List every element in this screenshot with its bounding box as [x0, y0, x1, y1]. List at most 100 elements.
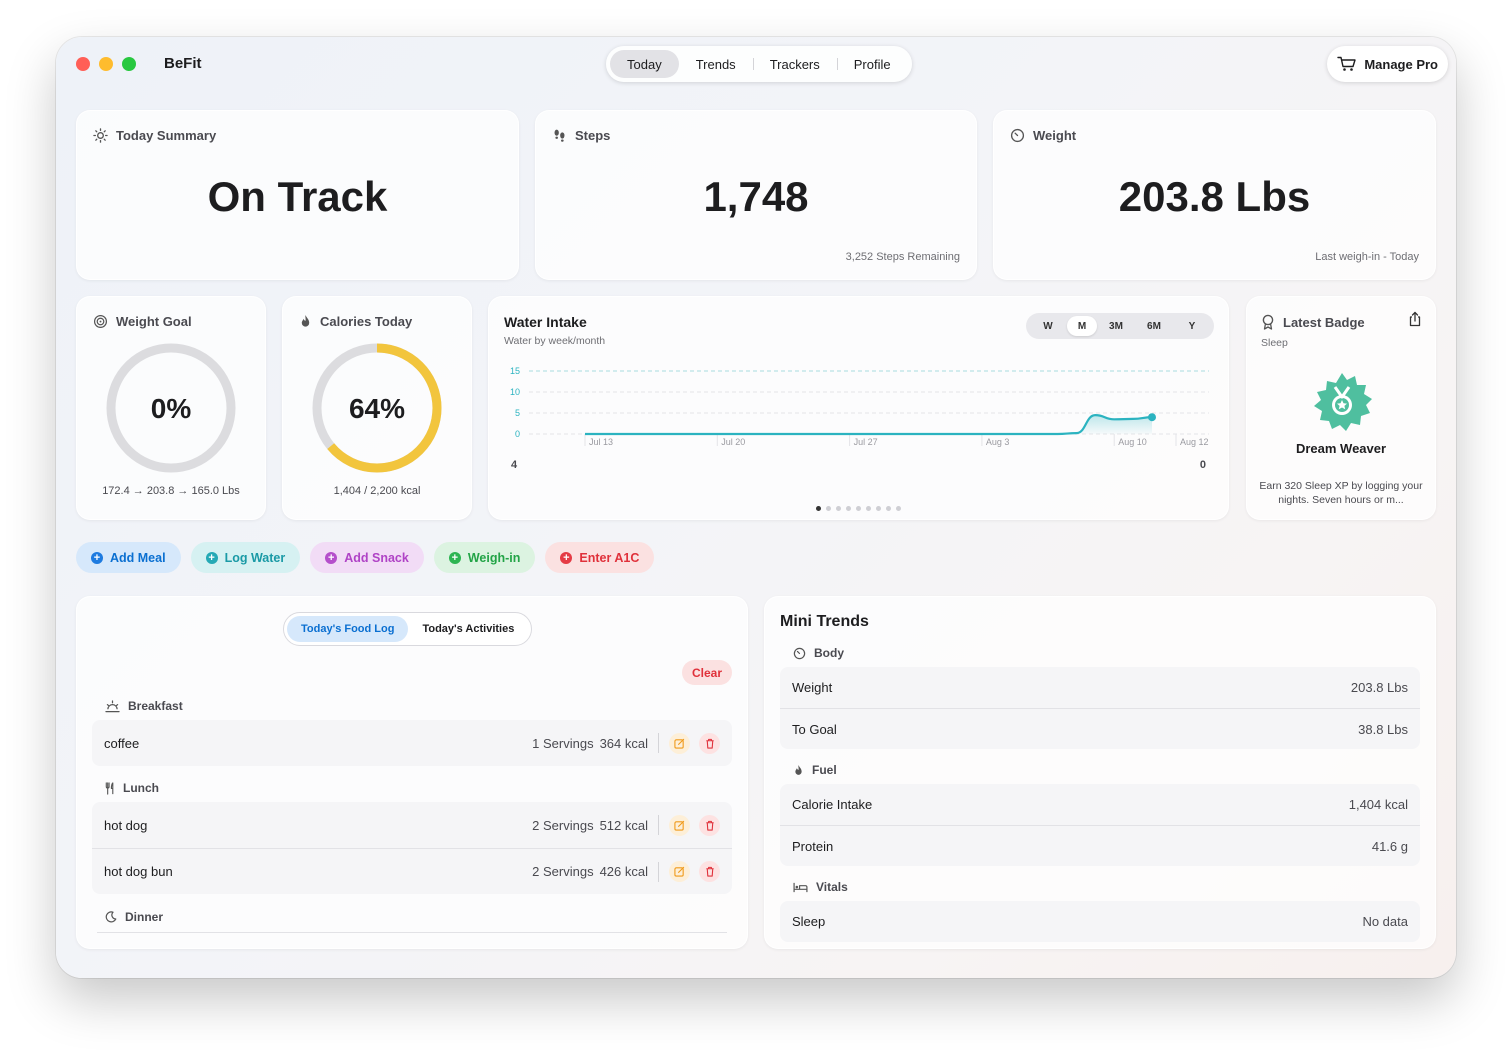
- calories-label: Calories Today: [320, 314, 413, 329]
- food-servings: 1 Servings: [532, 735, 594, 751]
- range-m[interactable]: M: [1067, 316, 1097, 336]
- weight-goal-percent: 0%: [150, 393, 192, 424]
- food-item-row[interactable]: coffee 1 Servings 364 kcal: [92, 720, 732, 766]
- fuel-section-header: Fuel: [793, 763, 837, 777]
- add-snack-button[interactable]: + Add Snack: [310, 542, 424, 573]
- tab-today[interactable]: Today: [610, 50, 679, 78]
- range-6m[interactable]: 6M: [1135, 316, 1173, 336]
- page-dot[interactable]: [866, 506, 871, 511]
- trash-icon: [705, 866, 714, 877]
- trend-row-weight: Weight 203.8 Lbs: [792, 680, 1408, 695]
- badge-category: Sleep: [1261, 337, 1288, 349]
- page-dot[interactable]: [896, 506, 901, 511]
- badge-description: Earn 320 Sleep XP by logging your nights…: [1259, 480, 1423, 506]
- footprints-icon: [554, 129, 565, 142]
- food-item-row[interactable]: hot dog 2 Servings 512 kcal: [92, 802, 732, 848]
- delete-food-button[interactable]: [699, 814, 720, 836]
- food-servings: 2 Servings: [532, 864, 594, 879]
- close-window-button[interactable]: [76, 57, 90, 71]
- sunrise-icon: [105, 699, 120, 712]
- food-kcal: 512 kcal: [599, 817, 648, 833]
- mini-trends-card: Mini Trends Body Weight 203.8 Lbs To Goal…: [764, 596, 1436, 949]
- water-last-point: [1148, 413, 1156, 422]
- weigh-in-button[interactable]: + Weigh-in: [433, 542, 536, 573]
- breakfast-items: coffee 1 Servings 364 kcal: [92, 720, 732, 766]
- steps-card[interactable]: Steps 1,748 3,252 Steps Remaining: [535, 110, 977, 280]
- page-dot[interactable]: [886, 506, 891, 511]
- tab-activities[interactable]: Today's Activities: [408, 616, 528, 642]
- badge-icon: [1262, 314, 1274, 330]
- latest-badge-label: Latest Badge: [1283, 314, 1365, 330]
- weight-label: Weight: [1033, 128, 1077, 143]
- range-3m[interactable]: 3M: [1097, 316, 1135, 336]
- food-item-row[interactable]: hot dog bun 2 Servings 426 kcal: [92, 848, 732, 894]
- edit-icon: [674, 866, 685, 877]
- main-tabs: Today Trends Trackers Profile: [606, 46, 912, 82]
- water-chart: 0 5 10 15 Jul 13 Jul 20 Jul 27 Aug 3 Aug 10 Aug 1…: [510, 366, 1209, 447]
- badge-name: Dream Weaver: [1295, 441, 1387, 456]
- water-page-indicator[interactable]: [489, 506, 1228, 511]
- tab-profile[interactable]: Profile: [836, 50, 908, 78]
- tab-trends[interactable]: Trends: [679, 50, 753, 78]
- page-dot[interactable]: [816, 506, 821, 511]
- edit-food-button[interactable]: [669, 732, 690, 754]
- delete-food-button[interactable]: [699, 861, 720, 882]
- zoom-window-button[interactable]: [122, 57, 136, 71]
- range-y[interactable]: Y: [1173, 316, 1211, 336]
- page-dot[interactable]: [846, 506, 851, 511]
- enter-a1c-button[interactable]: + Enter A1C: [545, 542, 655, 573]
- weight-goal-card[interactable]: Weight Goal 0% 172.4 → 203.8 → 165.0 Lbs: [76, 296, 266, 520]
- steps-label: Steps: [575, 128, 611, 143]
- last-weigh-in: Last weigh-in - Today: [1315, 251, 1419, 263]
- page-dot[interactable]: [856, 506, 861, 511]
- delete-food-button[interactable]: [699, 732, 720, 754]
- edit-food-button[interactable]: [669, 814, 690, 836]
- page-dot[interactable]: [836, 506, 841, 511]
- breakfast-header: Breakfast: [105, 699, 183, 713]
- scale-icon: [1010, 128, 1025, 143]
- weight-value: 203.8 Lbs: [1118, 173, 1311, 220]
- page-dot[interactable]: [826, 506, 831, 511]
- tab-food-log[interactable]: Today's Food Log: [287, 616, 409, 642]
- water-left-value: 4: [511, 459, 518, 471]
- vitals-section-header: Vitals: [793, 880, 848, 894]
- flame-icon: [795, 764, 802, 775]
- add-meal-button[interactable]: + Add Meal: [76, 542, 181, 573]
- weight-card[interactable]: Weight 203.8 Lbs Last weigh-in - Today: [993, 110, 1436, 280]
- plus-circle-icon: +: [448, 551, 461, 564]
- today-summary-card[interactable]: Today Summary On Track: [76, 110, 519, 280]
- water-subtitle: Water by week/month: [504, 335, 606, 347]
- plus-circle-icon: +: [205, 551, 218, 564]
- range-w[interactable]: W: [1029, 316, 1067, 336]
- clear-button[interactable]: Clear: [681, 660, 732, 685]
- minimize-window-button[interactable]: [99, 57, 113, 71]
- tab-trackers[interactable]: Trackers: [752, 50, 837, 78]
- calories-card[interactable]: Calories Today 64% 1,404 / 2,200 kcal: [282, 296, 472, 520]
- weight-goal-range: 172.4 → 203.8 → 165.0 Lbs: [102, 485, 240, 497]
- trend-row-calorie-intake: Calorie Intake 1,404 kcal: [792, 797, 1408, 812]
- app-window: BeFit Today Trends Trackers Profile Mana…: [56, 37, 1456, 978]
- food-servings: 2 Servings: [532, 817, 594, 833]
- trend-row-sleep: Sleep No data: [792, 914, 1408, 929]
- plus-circle-icon: +: [560, 551, 573, 564]
- y-tick-label: 10: [510, 387, 520, 397]
- food-kcal: 426 kcal: [599, 864, 648, 879]
- x-tick-label: Aug 12: [1180, 437, 1209, 447]
- latest-badge-card[interactable]: Latest Badge Sleep Dream Weaver Earn 320…: [1246, 296, 1436, 520]
- log-water-button[interactable]: + Log Water: [190, 542, 301, 573]
- bed-icon: [793, 882, 808, 892]
- y-tick-label: 5: [515, 408, 520, 418]
- manage-pro-button[interactable]: Manage Pro: [1327, 46, 1448, 82]
- steps-remaining: 3,252 Steps Remaining: [845, 251, 960, 263]
- plus-circle-icon: +: [325, 551, 338, 564]
- body-trends: Weight 203.8 Lbs To Goal 38.8 Lbs: [780, 667, 1420, 749]
- app-title: BeFit: [164, 55, 202, 72]
- food-name: hot dog bun: [104, 864, 173, 879]
- edit-food-button[interactable]: [669, 861, 690, 882]
- summary-status: On Track: [207, 173, 388, 220]
- mini-trends-title: Mini Trends: [780, 613, 869, 630]
- water-intake-card[interactable]: Water Intake Water by week/month W M 3M …: [488, 296, 1229, 520]
- summary-label: Today Summary: [116, 128, 217, 143]
- share-icon[interactable]: [1408, 311, 1422, 327]
- page-dot[interactable]: [876, 506, 881, 511]
